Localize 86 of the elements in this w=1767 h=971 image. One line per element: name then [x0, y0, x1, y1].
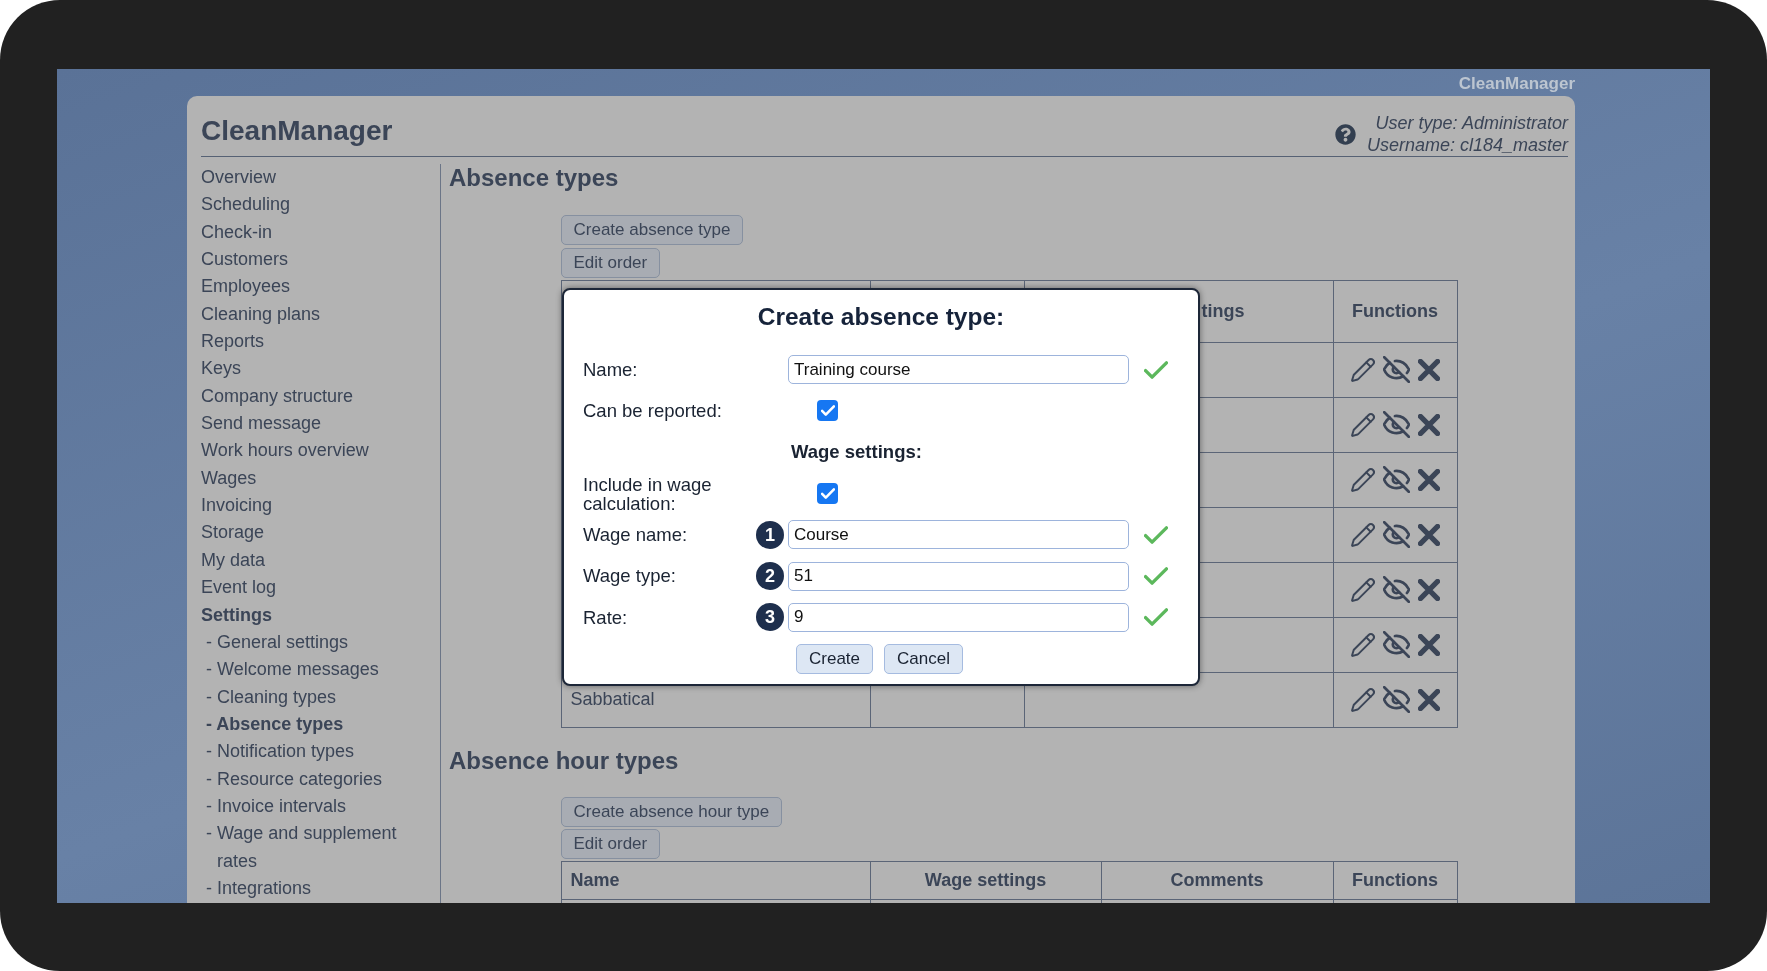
action-button[interactable]: Edit order — [560, 247, 661, 278]
pencil-icon[interactable] — [1350, 632, 1375, 657]
pencil-icon[interactable] — [1350, 467, 1375, 492]
field-label: Wage name: — [583, 522, 688, 547]
section-title: Absence types — [449, 164, 619, 192]
eye-slash-icon[interactable] — [1382, 631, 1410, 658]
pencil-icon[interactable] — [1350, 412, 1375, 437]
nav-sublink[interactable]: - Cleaning types — [201, 683, 337, 711]
section-title: Absence hour types — [449, 746, 679, 775]
tick-icon — [820, 405, 835, 417]
nav-link[interactable]: Employees — [201, 273, 291, 301]
checkbox[interactable] — [817, 483, 838, 505]
field-label: Wage type: — [583, 564, 676, 589]
table-cell: Sabbatical — [570, 689, 655, 709]
field-label: Name: — [583, 357, 638, 382]
cross-icon[interactable] — [1417, 413, 1440, 436]
field-label: Include in wage calculation: — [583, 474, 713, 513]
field-label: Rate: — [583, 605, 628, 630]
cross-icon[interactable] — [1417, 578, 1440, 601]
pencil-icon[interactable] — [1350, 577, 1375, 602]
nav-sublink[interactable]: - General settings — [201, 628, 349, 657]
nav-link[interactable]: Customers — [201, 246, 289, 274]
cross-icon[interactable] — [1417, 688, 1440, 711]
nav-sublink[interactable]: - Notification types — [201, 738, 355, 766]
nav-sublink[interactable]: - Invoice intervals — [201, 792, 347, 821]
app-title: CleanManager — [201, 115, 393, 147]
nav-sublink[interactable]: - Absence types — [201, 710, 344, 739]
checkbox[interactable] — [817, 400, 838, 422]
column-header: Functions — [1352, 869, 1438, 890]
text-input[interactable]: 9 — [788, 602, 1129, 632]
field-label: Can be reported: — [583, 401, 722, 421]
text-input[interactable]: 51 — [788, 561, 1129, 591]
column-header: Comments — [1170, 869, 1264, 890]
action-button[interactable]: Create absence type — [560, 215, 744, 245]
text-input[interactable]: Course — [788, 520, 1129, 550]
number-badge: 1 — [756, 520, 784, 549]
action-button[interactable]: Create absence hour type — [560, 796, 783, 827]
text-input[interactable]: Training course — [788, 355, 1129, 385]
nav-link[interactable]: Send message — [201, 410, 322, 438]
tick-icon — [820, 488, 835, 500]
nav-sublink[interactable]: - Integrations — [201, 874, 312, 903]
nav-link[interactable]: Settings — [201, 601, 272, 629]
eye-slash-icon[interactable] — [1382, 576, 1410, 603]
nav-link[interactable]: Invoicing — [201, 492, 273, 520]
nav-link[interactable]: Scheduling — [201, 191, 291, 219]
column-header: Functions — [1352, 300, 1438, 321]
nav-link[interactable]: Reports — [201, 328, 265, 356]
nav-link[interactable]: Wages — [201, 464, 257, 493]
nav-sublink[interactable]: - Resource categories — [201, 765, 383, 793]
section-heading: Wage settings: — [791, 440, 922, 465]
nav-link[interactable]: Overview — [201, 164, 276, 192]
eye-slash-icon[interactable] — [1382, 356, 1410, 383]
brand-text: CleanManager — [1458, 74, 1575, 94]
eye-slash-icon[interactable] — [1382, 686, 1410, 713]
column-header: Name — [570, 869, 620, 890]
dialog-button[interactable]: Cancel — [884, 643, 963, 674]
help-icon[interactable] — [1334, 123, 1356, 145]
nav-link[interactable]: Event log — [201, 574, 277, 602]
dialog-button[interactable]: Create — [796, 643, 874, 674]
nav-link[interactable]: Company structure — [201, 382, 354, 411]
column-header: Wage settings — [924, 869, 1047, 890]
nav-sublink[interactable]: - Welcome messages — [201, 656, 379, 684]
pencil-icon[interactable] — [1350, 687, 1375, 712]
number-badge: 2 — [756, 562, 784, 591]
eye-slash-icon[interactable] — [1382, 411, 1410, 438]
nav-link[interactable]: Cleaning plans — [201, 300, 321, 329]
dialog-title: Create absence type: — [757, 303, 1005, 331]
cross-icon[interactable] — [1417, 523, 1440, 546]
pencil-icon[interactable] — [1350, 357, 1375, 382]
pencil-icon[interactable] — [1350, 522, 1375, 547]
cross-icon[interactable] — [1417, 468, 1440, 491]
nav-link[interactable]: Storage — [201, 519, 265, 547]
column-header: tings — [1201, 300, 1245, 321]
nav-link[interactable]: My data — [201, 546, 266, 575]
username-text: Username: cl184_master — [1366, 134, 1568, 156]
user-type-text: User type: Administrator — [1375, 112, 1568, 134]
number-badge: 3 — [756, 603, 784, 632]
cross-icon[interactable] — [1417, 358, 1440, 381]
nav-link[interactable]: Work hours overview — [201, 437, 369, 465]
nav-link[interactable]: Keys — [201, 355, 242, 383]
nav-link[interactable]: Check-in — [201, 218, 273, 247]
nav-sublink[interactable]: - Wage and supplement rates — [201, 820, 430, 875]
eye-slash-icon[interactable] — [1382, 466, 1410, 493]
action-button[interactable]: Edit order — [560, 828, 661, 859]
cross-icon[interactable] — [1417, 633, 1440, 656]
eye-slash-icon[interactable] — [1382, 521, 1410, 548]
